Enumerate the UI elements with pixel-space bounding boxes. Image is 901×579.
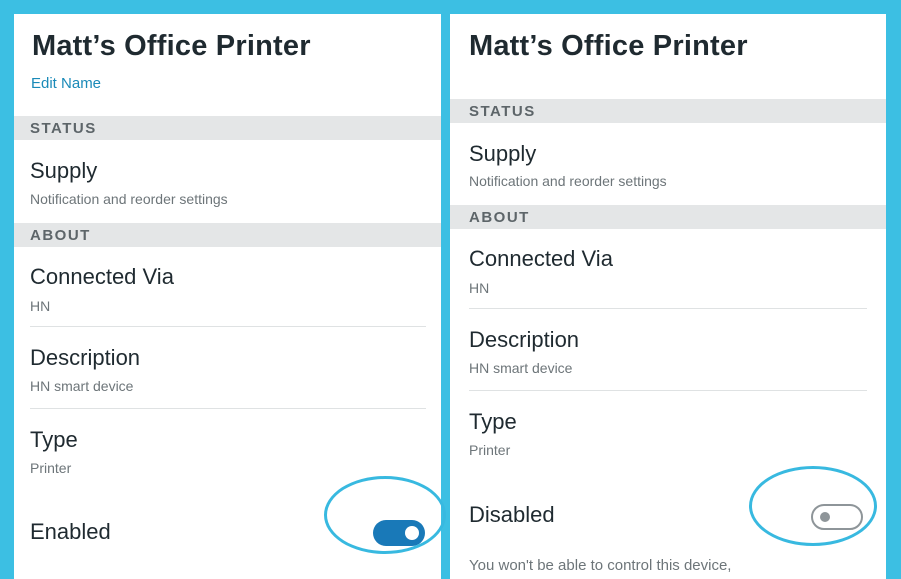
description-title: Description <box>30 345 141 370</box>
supply-title: Supply <box>469 141 537 166</box>
status-section-header: STATUS <box>450 99 886 123</box>
connected-via-title: Connected Via <box>30 264 174 289</box>
about-section-header: ABOUT <box>450 205 886 229</box>
description-value: HN smart device <box>30 378 134 394</box>
description-title: Description <box>469 327 580 352</box>
frame-border-top <box>0 0 901 14</box>
frame-border-right <box>886 0 901 579</box>
connected-via-title: Connected Via <box>469 246 613 271</box>
comparison-frame: Matt’s Office Printer Edit Name STATUS S… <box>0 0 901 579</box>
page-title: Matt’s Office Printer <box>469 30 748 62</box>
status-section-label: STATUS <box>469 103 536 120</box>
row-divider <box>469 308 867 309</box>
type-value: Printer <box>469 442 511 458</box>
page-title: Matt’s Office Printer <box>32 30 311 62</box>
type-value: Printer <box>30 460 72 476</box>
supply-subtitle: Notification and reorder settings <box>30 191 228 207</box>
row-divider <box>469 390 867 391</box>
highlight-circle <box>324 476 446 554</box>
row-divider <box>30 408 426 409</box>
frame-border-divider <box>441 0 450 579</box>
edit-name-link[interactable]: Edit Name <box>31 75 101 92</box>
about-section-header: ABOUT <box>14 223 441 247</box>
row-divider <box>30 326 426 327</box>
supply-subtitle: Notification and reorder settings <box>469 173 667 189</box>
status-section-label: STATUS <box>30 120 97 137</box>
highlight-circle <box>749 466 877 546</box>
type-title: Type <box>30 427 78 452</box>
about-section-label: ABOUT <box>30 227 91 244</box>
supply-title: Supply <box>30 158 98 183</box>
status-section-header: STATUS <box>14 116 441 140</box>
connected-via-value: HN <box>469 280 490 296</box>
connected-via-value: HN <box>30 298 51 314</box>
frame-border-left <box>0 0 14 579</box>
disabled-warning-text: You won't be able to control this device… <box>469 557 732 574</box>
enabled-label: Enabled <box>30 519 111 544</box>
description-value: HN smart device <box>469 360 573 376</box>
type-title: Type <box>469 409 517 434</box>
disabled-label: Disabled <box>469 502 555 527</box>
about-section-label: ABOUT <box>469 209 530 226</box>
